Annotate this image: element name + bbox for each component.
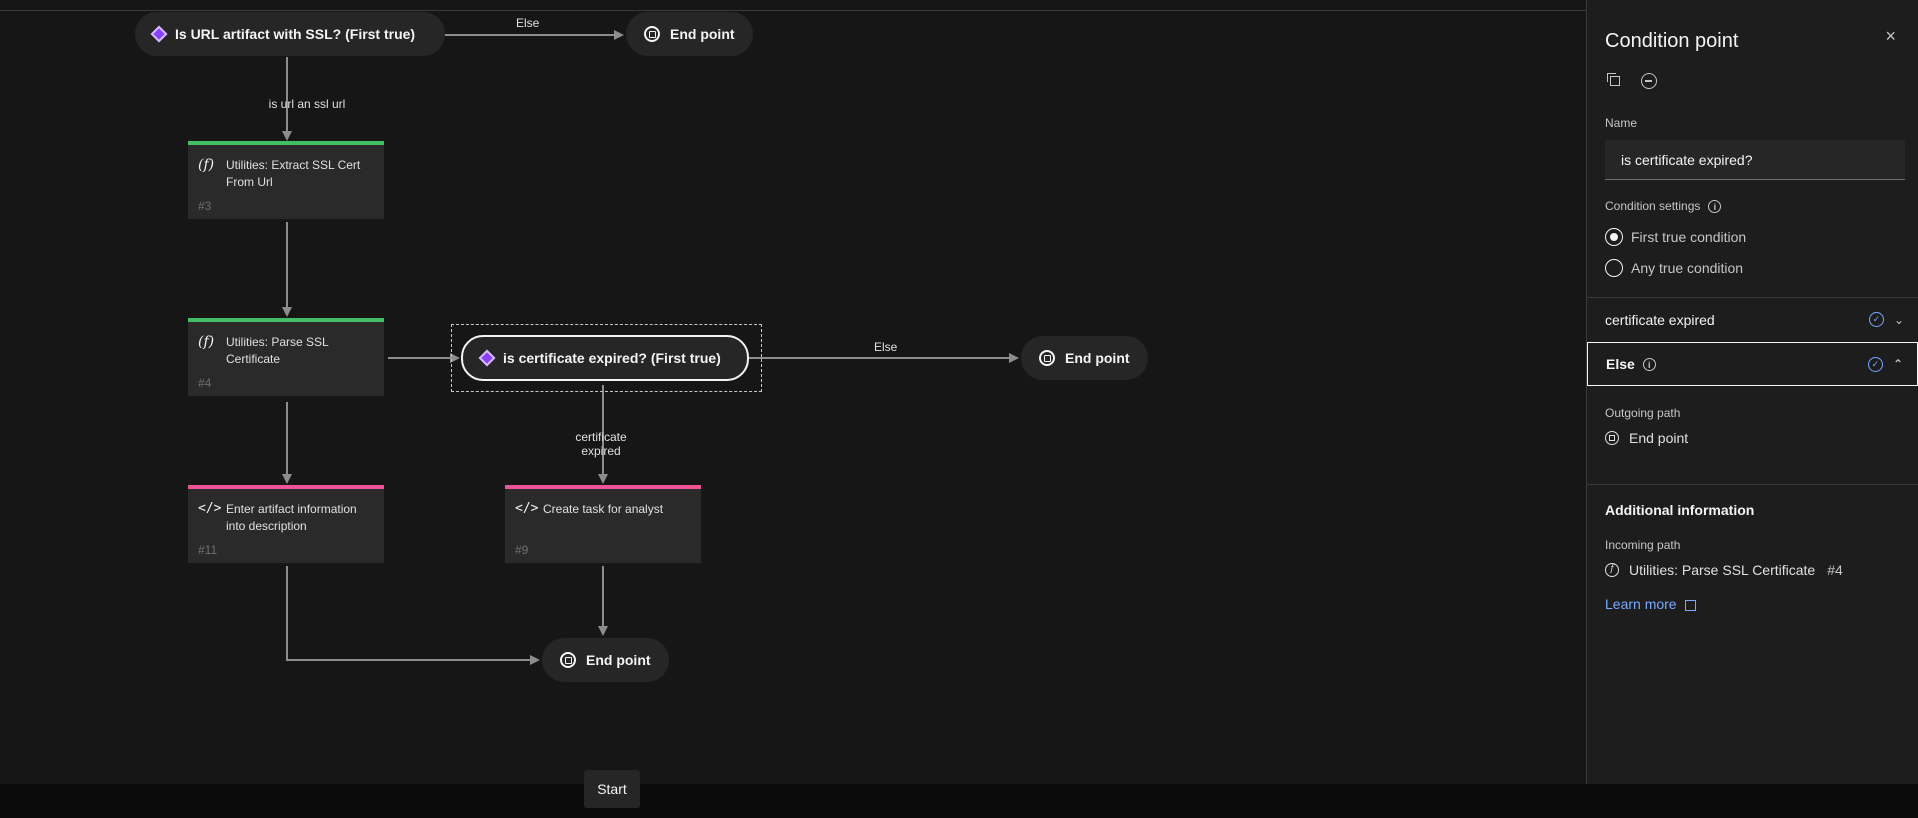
start-button[interactable]: Start (584, 770, 640, 808)
radio-checked-icon (1605, 228, 1623, 246)
outgoing-path-value: End point (1605, 430, 1688, 446)
task-number: #9 (515, 543, 529, 557)
end-point-node-bottom[interactable]: End point (542, 638, 669, 682)
task-node-parse-ssl[interactable]: (f) Utilities: Parse SSL Certificate #4 (188, 318, 384, 396)
condition-settings-label: Condition settings i (1605, 199, 1722, 214)
check-circle-icon: ✓ (1868, 312, 1884, 327)
additional-info-title: Additional information (1605, 502, 1755, 518)
edge-label-ssl-url: is url an ssl url (268, 97, 346, 111)
name-input[interactable] (1605, 140, 1905, 180)
incoming-path-label: Incoming path (1605, 538, 1681, 552)
end-point-icon (644, 26, 660, 42)
learn-more-link[interactable]: Learn more (1605, 596, 1696, 612)
code-icon: </> (515, 501, 539, 516)
chevron-up-icon: ⌃ (1892, 357, 1903, 371)
end-point-icon (1039, 350, 1055, 366)
radio-label: First true condition (1631, 229, 1747, 245)
condition-node-cert-expired[interactable]: is certificate expired? (First true) (461, 335, 749, 381)
name-label: Name (1605, 116, 1638, 130)
edge-label-cert-expired: certificate expired (575, 430, 627, 458)
function-icon: f (1605, 563, 1619, 577)
task-number: #11 (198, 543, 218, 557)
end-point-icon (560, 652, 576, 668)
condition-diamond-icon (150, 25, 168, 43)
info-icon[interactable]: i (1642, 357, 1656, 371)
end-point-node-top[interactable]: End point (626, 12, 753, 56)
task-node-extract-ssl[interactable]: (f) Utilities: Extract SSL Cert From Url… (188, 141, 384, 219)
end-point-label: End point (670, 26, 735, 42)
end-point-icon (1605, 431, 1619, 445)
outgoing-path-label: Outgoing path (1605, 406, 1681, 420)
incoming-path-value: f Utilities: Parse SSL Certificate #4 (1605, 562, 1843, 578)
condition-item-certificate-expired[interactable]: certificate expired ✓ ⌄ (1587, 297, 1918, 341)
incoming-path-text: Utilities: Parse SSL Certificate (1629, 562, 1816, 578)
end-point-label: End point (1065, 350, 1130, 366)
edge-label-else-middle: Else (874, 340, 898, 354)
function-icon: (f) (198, 334, 215, 350)
edge-label-else-top: Else (516, 16, 540, 30)
end-point-node-middle[interactable]: End point (1021, 336, 1148, 380)
code-icon: </> (198, 501, 222, 516)
task-label: Utilities: Parse SSL Certificate (226, 335, 329, 366)
condition-node-label: is certificate expired? (First true) (503, 350, 721, 366)
panel-title: Condition point (1605, 30, 1739, 52)
task-node-create-task[interactable]: </> Create task for analyst #9 (505, 485, 701, 563)
task-label: Create task for analyst (543, 502, 664, 516)
condition-node-url-ssl[interactable]: Is URL artifact with SSL? (First true) (135, 12, 445, 56)
close-icon[interactable]: × (1885, 26, 1896, 47)
condition-item-label: Else (1606, 356, 1635, 372)
check-circle-icon: ✓ (1867, 356, 1883, 372)
task-label: Enter artifact information into descript… (226, 502, 357, 533)
playbook-canvas[interactable]: Else is url an ssl url Else certificate … (0, 0, 1586, 784)
edge-enter-end (286, 566, 540, 665)
outgoing-path-text: End point (1629, 430, 1689, 446)
condition-item-else[interactable]: Else i ✓ ⌃ (1587, 342, 1918, 386)
radio-unchecked-icon (1605, 259, 1623, 277)
task-label: Utilities: Extract SSL Cert From Url (226, 158, 361, 189)
bottom-bar (0, 784, 1918, 818)
end-point-label: End point (586, 652, 651, 668)
task-node-enter-artifact[interactable]: </> Enter artifact information into desc… (188, 485, 384, 563)
incoming-path-number: #4 (1827, 562, 1843, 578)
section-divider (1587, 484, 1918, 485)
condition-item-label: certificate expired (1605, 311, 1715, 328)
radio-first-true[interactable]: First true condition (1605, 228, 1746, 246)
learn-more-text: Learn more (1605, 596, 1677, 612)
task-number: #4 (198, 376, 212, 390)
chevron-down-icon: ⌄ (1893, 312, 1904, 327)
task-number: #3 (198, 199, 212, 213)
remove-icon[interactable] (1641, 73, 1657, 89)
condition-node-label: Is URL artifact with SSL? (First true) (175, 26, 416, 42)
condition-properties-panel: Condition point × Name Condition setting… (1586, 0, 1918, 784)
function-icon: (f) (198, 157, 215, 173)
radio-label: Any true condition (1631, 260, 1744, 276)
external-link-icon (1684, 599, 1696, 611)
condition-settings-text: Condition settings (1605, 199, 1701, 213)
duplicate-icon[interactable] (1607, 73, 1623, 89)
condition-diamond-icon (478, 349, 496, 367)
radio-any-true[interactable]: Any true condition (1605, 259, 1743, 277)
info-icon[interactable]: i (1708, 200, 1722, 214)
